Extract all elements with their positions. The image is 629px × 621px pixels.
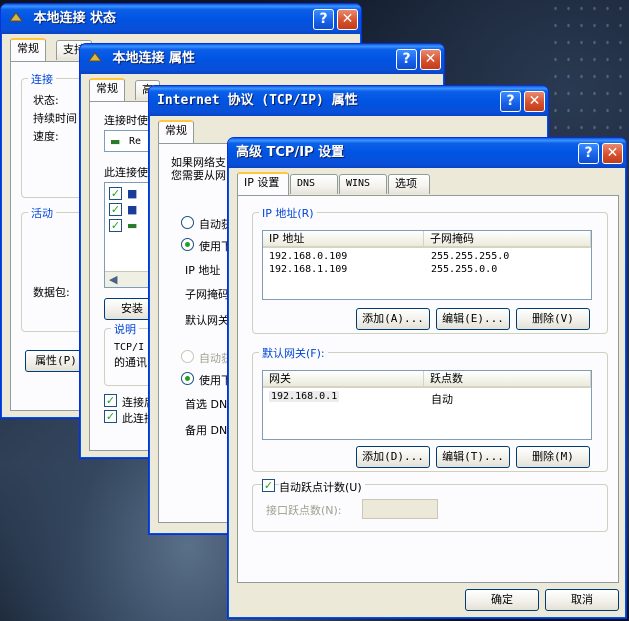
- add-gateway-button[interactable]: 添加(D)...: [356, 446, 430, 468]
- adapter-icon: ▬: [110, 135, 121, 148]
- tab-dns[interactable]: DNS: [290, 174, 338, 194]
- component-checkbox[interactable]: ✓: [109, 187, 122, 200]
- close-button[interactable]: ✕: [420, 49, 441, 70]
- adapter-name: Re: [129, 136, 142, 147]
- help-button[interactable]: ?: [500, 91, 521, 112]
- window-title: 本地连接 属性: [112, 51, 196, 66]
- group-label: 默认网关(F):: [259, 345, 328, 361]
- group-label: IP 地址(R): [259, 205, 317, 221]
- close-button[interactable]: ✕: [602, 143, 623, 164]
- help-button[interactable]: ?: [396, 49, 417, 70]
- alternate-dns-label: 备用 DN: [185, 424, 228, 437]
- packets-label: 数据包:: [33, 286, 70, 299]
- network-icon: [9, 12, 23, 22]
- column-header-gateway[interactable]: 网关: [263, 371, 424, 388]
- window-title: Internet 协议 (TCP/IP) 属性: [157, 93, 358, 108]
- interface-metric-input[interactable]: [362, 499, 438, 519]
- help-button[interactable]: ?: [578, 143, 599, 164]
- tab-wins[interactable]: WINS: [339, 174, 387, 194]
- tab-general[interactable]: 常规: [158, 120, 194, 143]
- auto-ip-radio[interactable]: [181, 216, 194, 229]
- preferred-dns-label: 首选 DN: [185, 398, 228, 411]
- component-checkbox[interactable]: ✓: [109, 219, 122, 232]
- properties-button[interactable]: 属性(P): [25, 350, 87, 372]
- ip-cell: 192.168.1.109: [269, 264, 348, 275]
- status-label: 状态:: [33, 94, 59, 107]
- edit-gateway-button[interactable]: 编辑(T)...: [436, 446, 510, 468]
- connect-using-label: 连接时使: [104, 114, 148, 127]
- uses-label: 此连接使: [104, 166, 148, 179]
- group-label: 连接: [28, 71, 56, 87]
- ip-cell: 192.168.0.109: [269, 251, 348, 262]
- tab-options[interactable]: 选项: [388, 174, 430, 194]
- auto-metric-label: 自动跃点计数(U): [279, 479, 365, 495]
- speed-label: 速度:: [33, 130, 59, 143]
- cancel-button[interactable]: 取消: [545, 589, 619, 611]
- group-label: 说明: [111, 321, 139, 337]
- ok-button[interactable]: 确定: [465, 589, 539, 611]
- ip-address-list[interactable]: IP 地址 子网掩码 192.168.0.109 255.255.255.0 1…: [262, 230, 592, 300]
- window-title: 本地连接 状态: [33, 11, 117, 26]
- auto-dns-radio[interactable]: [181, 350, 194, 363]
- add-ip-button[interactable]: 添加(A)...: [356, 308, 430, 330]
- default-gateway-label: 默认网关: [185, 314, 229, 327]
- description-line: TCP/I: [114, 342, 145, 353]
- component-icon: ■: [127, 203, 138, 216]
- column-header-mask[interactable]: 子网掩码: [424, 231, 591, 248]
- component-checkbox[interactable]: ✓: [109, 203, 122, 216]
- auto-metric-checkbox[interactable]: ✓: [262, 479, 275, 492]
- title-bar[interactable]: 本地连接 状态 ? ✕: [1, 4, 361, 34]
- title-bar[interactable]: 高级 TCP/IP 设置 ? ✕: [228, 138, 626, 168]
- close-button[interactable]: ✕: [524, 91, 545, 112]
- use-dns-radio[interactable]: [181, 372, 194, 385]
- network-icon: [88, 52, 102, 62]
- ip-address-label: IP 地址: [185, 264, 221, 277]
- column-header-metric[interactable]: 跃点数: [424, 371, 591, 388]
- metric-cell: 自动: [431, 393, 453, 406]
- window-body: IP 设置 DNS WINS 选项 IP 地址(R) IP 地址 子网掩码 19…: [231, 168, 623, 615]
- info-line: 您需要从网: [171, 169, 226, 182]
- gateway-cell: 192.168.0.1: [269, 391, 340, 402]
- tab-general[interactable]: 常规: [10, 38, 46, 61]
- tab-ip-settings[interactable]: IP 设置: [237, 172, 289, 195]
- remove-ip-button[interactable]: 删除(V): [516, 308, 590, 330]
- tab-page: IP 地址(R) IP 地址 子网掩码 192.168.0.109 255.25…: [237, 195, 619, 583]
- show-icon-checkbox[interactable]: ✓: [104, 394, 117, 407]
- advanced-tcpip-settings-window: 高级 TCP/IP 设置 ? ✕ IP 设置 DNS WINS 选项 IP 地址…: [227, 137, 627, 619]
- component-icon: ▬: [127, 219, 138, 232]
- title-bar[interactable]: 本地连接 属性 ? ✕: [80, 44, 444, 74]
- edit-ip-button[interactable]: 编辑(E)...: [436, 308, 510, 330]
- description-line: 的通讯: [114, 356, 147, 369]
- notify-checkbox[interactable]: ✓: [104, 410, 117, 423]
- tab-general[interactable]: 常规: [89, 78, 125, 101]
- component-icon: ■: [127, 187, 138, 200]
- subnet-mask-label: 子网掩码: [185, 288, 229, 301]
- interface-metric-label: 接口跃点数(N):: [266, 504, 342, 517]
- remove-gateway-button[interactable]: 删除(M): [516, 446, 590, 468]
- gateway-list[interactable]: 网关 跃点数 192.168.0.1 自动: [262, 370, 592, 440]
- window-title: 高级 TCP/IP 设置: [236, 145, 345, 160]
- group-label: 活动: [28, 205, 56, 221]
- column-header-ip[interactable]: IP 地址: [263, 231, 424, 248]
- close-button[interactable]: ✕: [337, 9, 358, 30]
- help-button[interactable]: ?: [313, 9, 334, 30]
- scroll-left-icon[interactable]: ◀: [109, 273, 117, 286]
- mask-cell: 255.255.0.0: [431, 264, 498, 275]
- duration-label: 持续时间: [33, 112, 77, 125]
- use-ip-radio[interactable]: [181, 238, 194, 251]
- title-bar[interactable]: Internet 协议 (TCP/IP) 属性 ? ✕: [149, 86, 548, 116]
- mask-cell: 255.255.255.0: [431, 251, 510, 262]
